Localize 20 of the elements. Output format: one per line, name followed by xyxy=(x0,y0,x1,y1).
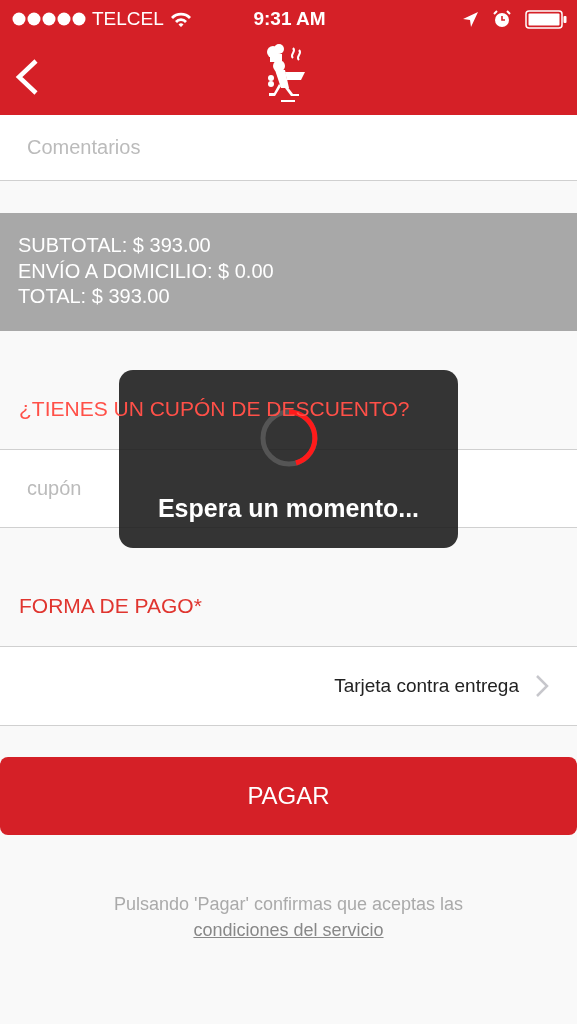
chevron-right-icon xyxy=(535,674,549,698)
terms-text: Pulsando 'Pagar' confirmas que aceptas las condiciones del servicio xyxy=(112,893,465,942)
signal-icon xyxy=(12,12,86,26)
payment-method: Tarjeta contra entrega xyxy=(334,675,519,697)
battery-icon xyxy=(525,9,567,29)
location-arrow-icon xyxy=(462,10,479,28)
terms-link[interactable]: condiciones del servicio xyxy=(193,920,384,940)
total-line: TOTAL: $ 393.00 xyxy=(18,284,171,309)
loading-message: Espera un momento... xyxy=(157,494,420,523)
total-line: SUBTOTAL: $ 393.00 xyxy=(18,233,212,258)
clock-time: 9:31 AM xyxy=(253,8,326,30)
comments-field[interactable]: Comentarios xyxy=(0,115,577,181)
section-heading: FORMA DE PAGO* xyxy=(19,594,202,618)
payment-method-row[interactable]: Tarjeta contra entrega xyxy=(0,647,577,726)
total-line: ENVÍO A DOMICILIO: $ 0.00 xyxy=(18,258,275,284)
alarm-clock-icon xyxy=(493,10,511,28)
carrier-name: TELCEL xyxy=(92,8,164,30)
back-button[interactable] xyxy=(14,57,40,96)
pay-button[interactable]: PAGAR xyxy=(0,757,577,835)
wifi-icon xyxy=(169,10,192,28)
